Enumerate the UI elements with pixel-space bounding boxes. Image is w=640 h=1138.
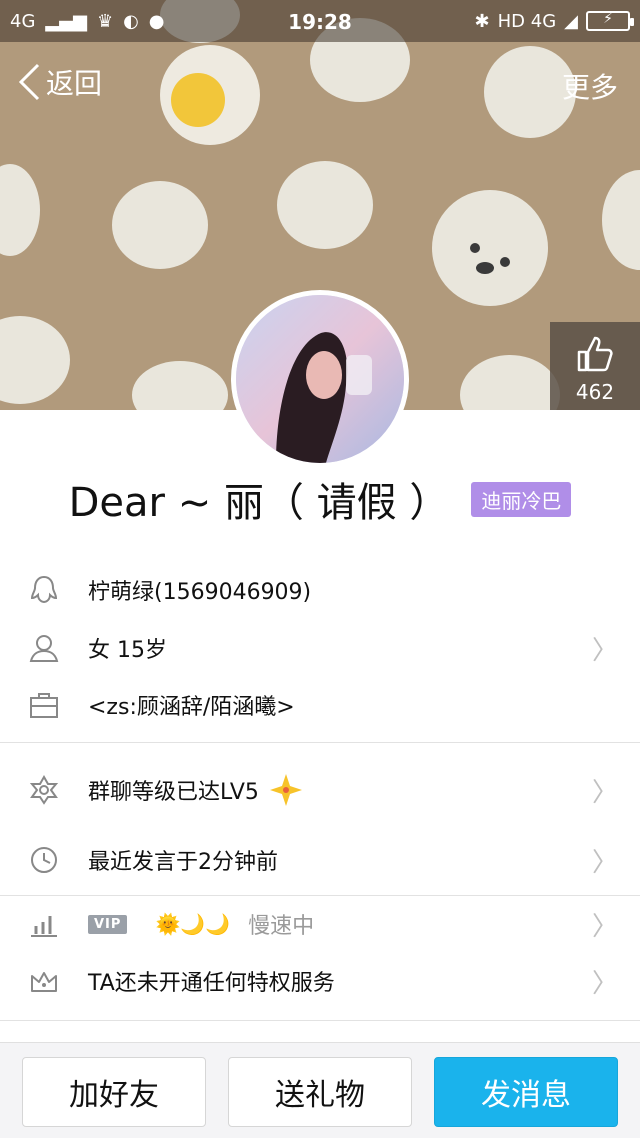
level-icons: 🌞🌙🌙 — [155, 912, 231, 936]
group-level-text: 群聊等级已达LV5 — [88, 773, 303, 807]
charging-icon: ⚡ — [603, 11, 613, 27]
clock-icon — [28, 844, 60, 876]
settings-star-icon — [28, 774, 60, 806]
like-count: 462 — [575, 380, 615, 404]
back-button[interactable]: 返回 — [18, 62, 102, 102]
chevron-right-icon: 〉 — [591, 847, 618, 878]
gender-age-row[interactable]: 女 15岁 〉 — [0, 620, 640, 676]
speed-status: 慢速中 — [248, 914, 315, 939]
avatar-image — [236, 295, 404, 463]
briefcase-icon — [28, 689, 60, 721]
add-friend-button[interactable]: 加好友 — [22, 1057, 206, 1127]
like-button[interactable]: 462 — [550, 322, 640, 410]
battery-icon: ⚡ — [586, 11, 634, 31]
chevron-right-icon: 〉 — [591, 968, 618, 999]
network-label: HD 4G — [497, 10, 557, 32]
thumbs-up-icon — [577, 336, 613, 372]
chevron-right-icon: 〉 — [591, 777, 618, 808]
privilege-text: TA还未开通任何特权服务 — [88, 971, 335, 996]
company-text: <zs:顾涵辞/陌涵曦> — [88, 695, 295, 720]
qq-text: 柠萌绿(1569046909) — [88, 580, 312, 605]
chevron-left-icon — [18, 63, 40, 101]
qq-row[interactable]: 柠萌绿(1569046909) — [0, 562, 640, 618]
last-speak-text: 最近发言于2分钟前 — [88, 850, 278, 875]
group-level-row[interactable]: 群聊等级已达LV5 〉 — [0, 762, 640, 818]
profile-name: Dear ~ 丽（ 请假 ） — [68, 480, 450, 526]
chevron-right-icon: 〉 — [591, 911, 618, 942]
penguin-icon — [28, 574, 60, 606]
divider — [0, 1020, 640, 1021]
sparkle-star-icon — [269, 774, 302, 806]
back-label: 返回 — [46, 67, 103, 100]
signal-right-icon: ◢ — [564, 10, 578, 32]
bottom-action-bar: 加好友 送礼物 发消息 — [0, 1042, 640, 1138]
group-tag-badge: 迪丽冷巴 — [471, 481, 572, 517]
avatar[interactable] — [231, 290, 409, 468]
bar-chart-icon — [28, 908, 60, 940]
crown-outline-icon — [28, 965, 60, 997]
person-icon — [28, 632, 60, 664]
more-button[interactable]: 更多 — [562, 66, 618, 106]
status-right-icons: ✱ HD 4G ◢ ⚡ — [474, 0, 634, 42]
send-gift-button[interactable]: 送礼物 — [228, 1057, 412, 1127]
last-speak-row[interactable]: 最近发言于2分钟前 〉 — [0, 832, 640, 888]
group-level-label: 群聊等级已达LV5 — [88, 780, 259, 805]
divider — [0, 742, 640, 743]
vip-row[interactable]: VIP 🌞🌙🌙 慢速中 〉 — [0, 896, 640, 952]
company-row[interactable]: <zs:顾涵辞/陌涵曦> — [0, 677, 640, 733]
vip-info: VIP 🌞🌙🌙 慢速中 — [88, 908, 314, 940]
gender-age-text: 女 15岁 — [88, 638, 167, 663]
chevron-right-icon: 〉 — [591, 635, 618, 666]
status-bar: 4G ▂▄▆ ♛ ◐ ● 19:28 ✱ HD 4G ◢ ⚡ — [0, 0, 640, 42]
vip-badge: VIP — [88, 914, 128, 934]
name-row: Dear ~ 丽（ 请假 ） 迪丽冷巴 — [0, 474, 640, 526]
bluetooth-icon: ✱ — [474, 10, 490, 32]
privilege-row[interactable]: TA还未开通任何特权服务 〉 — [0, 953, 640, 1009]
send-message-button[interactable]: 发消息 — [434, 1057, 618, 1127]
